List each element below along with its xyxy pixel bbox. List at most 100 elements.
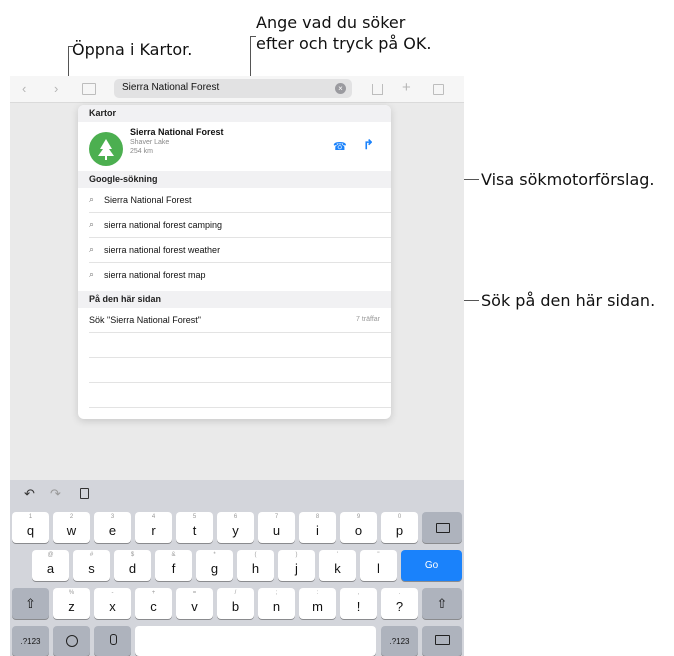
key-sub-label: ' xyxy=(336,552,339,558)
phone-icon[interactable]: ☎ xyxy=(333,140,347,153)
callout-open-maps: Öppna i Kartor. xyxy=(72,40,193,59)
map-result-row[interactable]: Sierra National Forest Shaver Lake 254 k… xyxy=(78,122,391,174)
row-divider xyxy=(89,407,391,408)
shift-key-left[interactable]: ⇧ xyxy=(12,588,49,619)
key-label: n xyxy=(272,599,281,614)
find-on-page-label: Sök "Sierra National Forest" xyxy=(89,315,201,325)
safari-toolbar: ‹ › Sierra National Forest × + xyxy=(10,76,464,103)
search-icon: ⌕ xyxy=(89,194,95,204)
hide-keyboard-key[interactable] xyxy=(422,626,462,656)
numbers-key-left[interactable]: .?123 xyxy=(12,626,49,656)
key-n[interactable]: ; n xyxy=(258,588,295,619)
forward-icon[interactable]: › xyxy=(54,81,58,97)
key-sub-label: ) xyxy=(295,552,298,558)
address-input[interactable]: Sierra National Forest xyxy=(122,82,219,93)
key-i[interactable]: 8i xyxy=(299,512,336,543)
key-u[interactable]: 7u xyxy=(258,512,295,543)
key-label: t xyxy=(192,523,197,538)
key-label: g xyxy=(210,561,219,576)
key-sub-label: 7 xyxy=(274,514,279,520)
key-c[interactable]: + c xyxy=(135,588,172,619)
tree-icon xyxy=(89,132,123,166)
redo-icon[interactable]: ↷ xyxy=(50,486,61,502)
callout-tick-maps xyxy=(68,46,73,47)
numbers-key-right[interactable]: .?123 xyxy=(381,626,418,656)
section-title: På den här sidan xyxy=(89,294,162,304)
shift-key-right[interactable]: ⇧ xyxy=(422,588,462,619)
key-sub-label: & xyxy=(171,552,176,558)
directions-icon[interactable]: ↱ xyxy=(363,137,374,153)
key-p[interactable]: 0p xyxy=(381,512,418,543)
dictation-key[interactable] xyxy=(94,626,131,656)
address-bar[interactable]: Sierra National Forest × xyxy=(114,79,352,98)
find-on-page-row[interactable]: Sök "Sierra National Forest" 7 träffar xyxy=(78,308,391,333)
clear-icon[interactable]: × xyxy=(335,83,346,94)
key-exclamation[interactable]: ,! xyxy=(340,588,377,619)
tabs-icon[interactable] xyxy=(433,84,444,95)
suggestion-label: sierra national forest camping xyxy=(104,220,223,230)
google-suggestion[interactable]: ⌕ Sierra National Forest xyxy=(78,188,391,213)
key-x[interactable]: -x xyxy=(94,588,131,619)
key-g[interactable]: * g xyxy=(196,550,233,581)
go-label: Go xyxy=(424,560,439,571)
google-suggestion[interactable]: ⌕ sierra national forest map xyxy=(78,263,391,288)
key-q[interactable]: 1q xyxy=(12,512,49,543)
section-title: Kartor xyxy=(89,108,117,118)
key-j[interactable]: ) j xyxy=(278,550,315,581)
key-k[interactable]: ' k xyxy=(319,550,356,581)
key-h[interactable]: (h xyxy=(237,550,274,581)
key-t[interactable]: 5t xyxy=(176,512,213,543)
suggestion-label: sierra national forest weather xyxy=(104,245,221,255)
key-sub-label: 4 xyxy=(151,514,156,520)
undo-icon[interactable]: ↶ xyxy=(24,486,35,502)
key-sub-label: * xyxy=(213,552,216,558)
key-sub-label: 5 xyxy=(192,514,197,520)
key-label: e xyxy=(108,523,117,538)
delete-key[interactable] xyxy=(422,512,462,543)
space-bar[interactable] xyxy=(135,626,376,656)
key-sub-label: 3 xyxy=(110,514,115,520)
key-e[interactable]: 3e xyxy=(94,512,131,543)
match-count: 7 träffar xyxy=(356,316,380,323)
google-suggestion[interactable]: ⌕ sierra national forest weather xyxy=(78,238,391,263)
section-header-on-page: På den här sidan xyxy=(78,291,391,308)
search-icon: ⌕ xyxy=(89,219,95,229)
key-f[interactable]: & f xyxy=(155,550,192,581)
key-label: h xyxy=(251,561,260,576)
key-v[interactable]: = v xyxy=(176,588,213,619)
key-label: y xyxy=(232,523,239,538)
plus-icon[interactable]: + xyxy=(402,80,411,96)
map-result-distance: 254 km xyxy=(130,148,153,155)
key-sub-label: ; xyxy=(275,590,278,596)
key-w[interactable]: 2w xyxy=(53,512,90,543)
key-y[interactable]: 6y xyxy=(217,512,254,543)
key-question[interactable]: .? xyxy=(381,588,418,619)
key-label: k xyxy=(334,561,341,576)
keyboard: ↶ ↷ 1q 2w 3e 4r 5t 6y 7u 8i 9o 0p @ a # s … xyxy=(10,480,464,656)
key-sub-label: - xyxy=(111,590,114,596)
key-l[interactable]: " l xyxy=(360,550,397,581)
bookmarks-icon[interactable] xyxy=(82,83,96,95)
back-icon[interactable]: ‹ xyxy=(22,81,26,97)
key-b[interactable]: / b xyxy=(217,588,254,619)
key-sub-label: + xyxy=(151,590,156,596)
emoji-key[interactable] xyxy=(53,626,90,656)
key-o[interactable]: 9o xyxy=(340,512,377,543)
key-d[interactable]: $ d xyxy=(114,550,151,581)
callout-search-hint: Ange vad du söker efter och tryck på OK. xyxy=(256,13,432,53)
paste-icon[interactable] xyxy=(80,488,89,499)
callout-tick-search xyxy=(250,36,256,37)
key-label: l xyxy=(377,561,380,576)
key-z[interactable]: % z xyxy=(53,588,90,619)
map-result-subtitle: Shaver Lake xyxy=(130,139,170,146)
key-a[interactable]: @ a xyxy=(32,550,69,581)
key-m[interactable]: :m xyxy=(299,588,336,619)
key-label: r xyxy=(151,523,156,538)
key-s[interactable]: # s xyxy=(73,550,110,581)
google-suggestion[interactable]: ⌕ sierra national forest camping xyxy=(78,213,391,238)
go-button[interactable]: Go xyxy=(401,550,462,581)
key-label: z xyxy=(68,599,75,614)
share-icon[interactable] xyxy=(372,84,383,95)
callout-find-on-page: Sök på den här sidan. xyxy=(481,291,656,310)
key-r[interactable]: 4r xyxy=(135,512,172,543)
